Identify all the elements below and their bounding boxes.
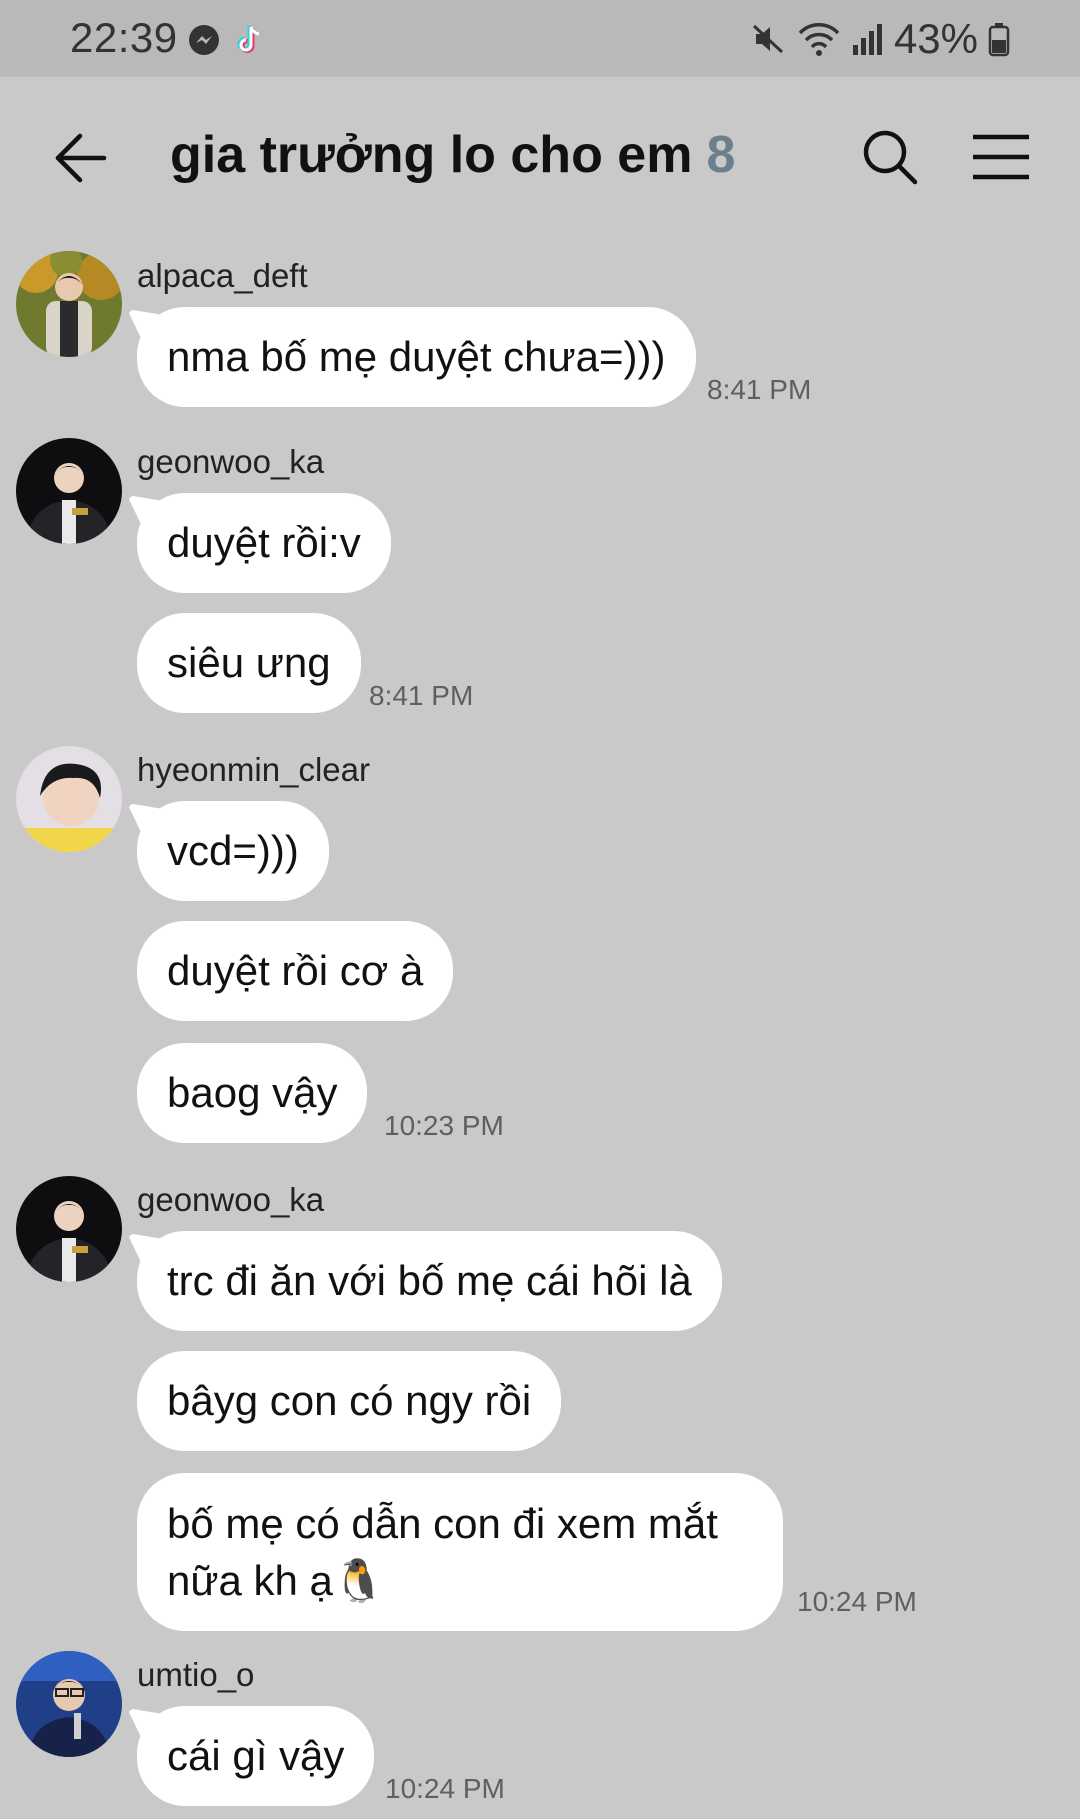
username: alpaca_deft xyxy=(137,257,308,294)
avatar[interactable] xyxy=(16,746,122,852)
message-bubble[interactable]: trc đi ăn với bố mẹ cái hõi là xyxy=(137,1231,722,1331)
status-right-group: 43% xyxy=(750,14,1010,64)
message-bubble[interactable]: siêu ưng xyxy=(137,613,361,713)
signal-icon xyxy=(852,24,882,55)
message-bubble[interactable]: nma bố mẹ duyệt chưa=))) xyxy=(137,307,696,407)
wifi-icon xyxy=(798,23,840,56)
message-bubble[interactable]: bâyg con có ngy rồi xyxy=(137,1351,562,1451)
username: hyeonmin_clear xyxy=(137,751,370,788)
message-bubble[interactable]: cái gì vậy xyxy=(137,1706,375,1806)
back-arrow-icon[interactable] xyxy=(50,127,112,189)
messenger-icon xyxy=(189,25,219,55)
status-time: 22:39 xyxy=(70,14,178,61)
message-bubble[interactable]: vcd=))) xyxy=(137,801,329,901)
battery-icon xyxy=(988,23,1010,57)
member-count: 8 xyxy=(706,126,736,184)
menu-icon[interactable] xyxy=(970,127,1032,187)
message-time: 8:41 PM xyxy=(369,680,474,711)
tiktok-icon xyxy=(237,26,260,53)
message-time: 8:41 PM xyxy=(707,374,812,405)
username: geonwoo_ka xyxy=(137,1181,325,1218)
message-bubble[interactable]: duyệt rồi:v xyxy=(137,493,391,593)
mute-icon xyxy=(752,24,783,54)
message-bubble[interactable]: baog vậy xyxy=(137,1043,368,1143)
search-icon[interactable] xyxy=(860,127,920,187)
username: geonwoo_ka xyxy=(137,443,325,480)
battery-percentage: 43% xyxy=(893,15,978,62)
username: umtio_o xyxy=(137,1656,255,1693)
message-time: 10:23 PM xyxy=(384,1110,504,1141)
message-bubble[interactable]: duyệt rồi cơ à xyxy=(137,921,454,1021)
chat-title: gia trưởng lo cho em 8 xyxy=(170,125,735,185)
avatar[interactable] xyxy=(16,438,122,544)
message-time: 10:24 PM xyxy=(797,1586,917,1617)
avatar[interactable] xyxy=(16,1651,122,1757)
avatar[interactable] xyxy=(16,251,122,357)
chat-header: gia trưởng lo cho em 8 xyxy=(0,77,1080,237)
message-bubble[interactable]: bố mẹ có dẫn con đi xem mắt nữa kh ạ🐧 xyxy=(137,1473,783,1631)
message-time: 10:24 PM xyxy=(385,1773,505,1804)
status-bar: 22:39 43% xyxy=(0,0,1080,77)
chat-title-text: gia trưởng lo cho em xyxy=(170,126,693,184)
avatar[interactable] xyxy=(16,1176,122,1282)
